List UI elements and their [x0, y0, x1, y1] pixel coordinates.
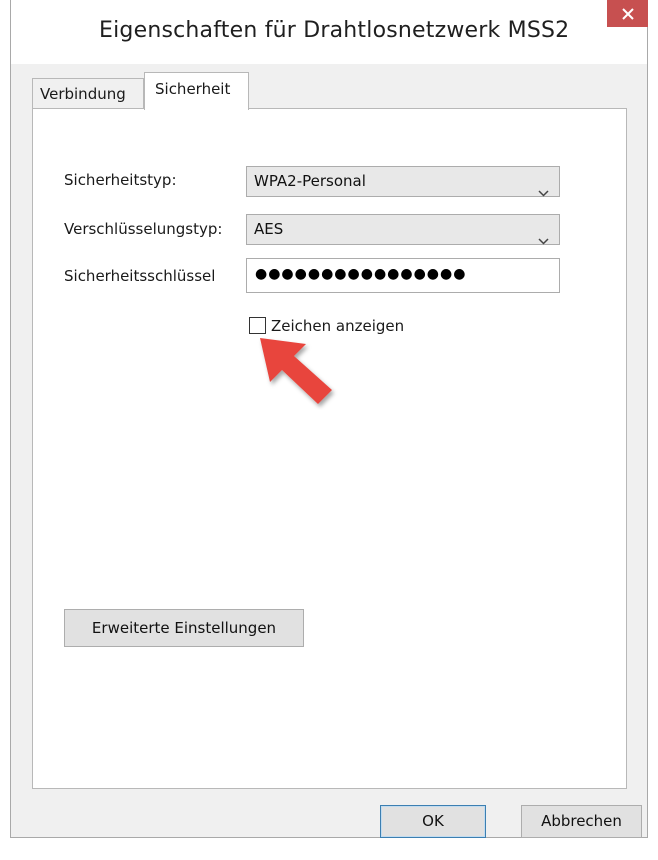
- encryption-type-value: AES: [254, 220, 284, 238]
- pointer-arrow-icon: [248, 330, 338, 414]
- security-type-select[interactable]: WPA2-Personal: [246, 166, 560, 197]
- close-button[interactable]: [607, 0, 648, 27]
- ok-button[interactable]: OK: [380, 805, 486, 838]
- chevron-down-icon: [538, 226, 549, 255]
- close-icon: [621, 7, 634, 20]
- tab-panel-sicherheit: Sicherheitstyp: WPA2-Personal Verschlüss…: [32, 108, 627, 789]
- encryption-type-select[interactable]: AES: [246, 214, 560, 245]
- encryption-type-label: Verschlüsselungstyp:: [64, 220, 223, 238]
- title-bar[interactable]: Eigenschaften für Drahtlosnetzwerk MSS2: [11, 0, 648, 64]
- properties-dialog: Eigenschaften für Drahtlosnetzwerk MSS2 …: [10, 0, 648, 838]
- security-type-label: Sicherheitstyp:: [64, 171, 177, 189]
- advanced-settings-button[interactable]: Erweiterte Einstellungen: [64, 609, 304, 647]
- tab-verbindung[interactable]: Verbindung: [32, 78, 144, 109]
- security-type-value: WPA2-Personal: [254, 172, 366, 190]
- security-key-field[interactable]: ●●●●●●●●●●●●●●●●: [246, 258, 560, 293]
- chevron-down-icon: [538, 178, 549, 207]
- cancel-button[interactable]: Abbrechen: [521, 805, 642, 838]
- security-key-label: Sicherheitsschlüssel: [64, 267, 216, 285]
- window-title: Eigenschaften für Drahtlosnetzwerk MSS2: [99, 18, 570, 43]
- tab-sicherheit[interactable]: Sicherheit: [144, 72, 249, 110]
